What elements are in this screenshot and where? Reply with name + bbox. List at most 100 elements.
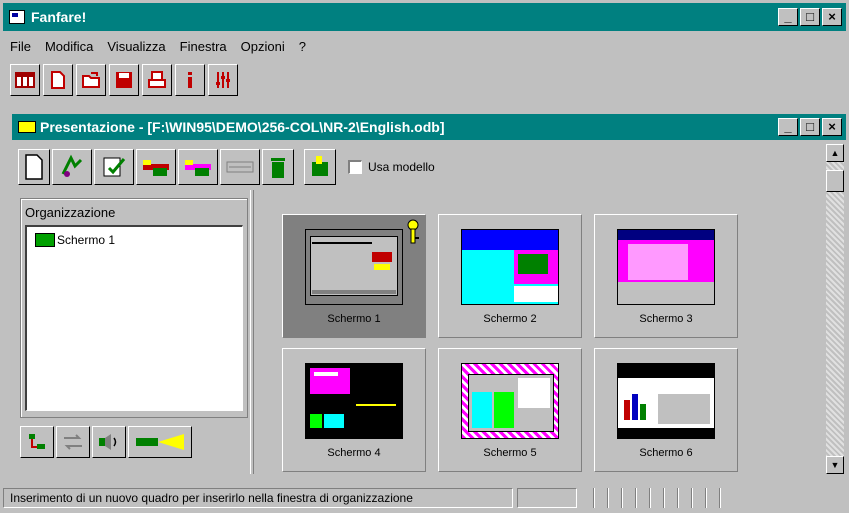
maximize-button[interactable]: □: [800, 8, 820, 26]
screen-thumb-2[interactable]: Schermo 2: [438, 214, 582, 338]
disabled-effect-button[interactable]: [220, 149, 260, 185]
screen-thumb-4[interactable]: Schermo 4: [282, 348, 426, 472]
sound-button[interactable]: [92, 426, 126, 458]
status-text: Inserimento di un nuovo quadro per inser…: [3, 488, 513, 508]
use-template-checkbox[interactable]: [348, 160, 362, 174]
projector-icon: [136, 434, 184, 450]
use-template-label: Usa modello: [368, 160, 435, 174]
main-title-bar[interactable]: Fanfare! _ □ ×: [3, 3, 846, 31]
new-screen-button[interactable]: [18, 149, 50, 185]
info-icon: [188, 72, 192, 88]
info-button[interactable]: [175, 64, 205, 96]
screen-preview-3: [617, 229, 715, 305]
menu-visualizza[interactable]: Visualizza: [100, 39, 172, 54]
screen-label-3: Schermo 3: [639, 313, 693, 325]
child-maximize-button[interactable]: □: [800, 118, 820, 136]
effect-icon: [185, 160, 211, 176]
scroll-down-button[interactable]: ▼: [826, 456, 844, 474]
screen-preview-5: [461, 363, 559, 439]
menu-bar: File Modifica Visualizza Finestra Opzion…: [3, 33, 313, 59]
transition-button[interactable]: [136, 149, 176, 185]
screen-preview-1: [305, 229, 403, 305]
screens-grid: Schermo 1 Schermo 2 Schermo 3 Schermo 4 …: [272, 208, 812, 474]
organization-panel: Organizzazione Schermo 1: [20, 198, 248, 418]
app-title: Fanfare!: [31, 9, 87, 25]
open-button[interactable]: [76, 64, 106, 96]
tree-branch-icon: [29, 434, 45, 449]
check-screen-button[interactable]: [94, 149, 134, 185]
menu-opzioni[interactable]: Opzioni: [234, 39, 292, 54]
tree-branch-button[interactable]: [20, 426, 54, 458]
child-close-button[interactable]: ×: [822, 118, 842, 136]
screen-preview-6: [617, 363, 715, 439]
status-indicators: [581, 488, 721, 508]
screen-thumb-3[interactable]: Schermo 3: [594, 214, 738, 338]
save-button[interactable]: [109, 64, 139, 96]
screen-thumb-5[interactable]: Schermo 5: [438, 348, 582, 472]
screen-label-5: Schermo 5: [483, 447, 537, 459]
screen-label-4: Schermo 4: [327, 447, 381, 459]
paint-icon: [312, 156, 328, 176]
open-folder-icon: [82, 72, 100, 88]
organization-label: Organizzazione: [25, 205, 116, 220]
organization-buttons: [20, 426, 192, 458]
child-window-controls: _ □ ×: [778, 118, 842, 136]
screen-icon: [35, 233, 55, 247]
vertical-scrollbar[interactable]: ▲ ▼: [826, 144, 844, 474]
pane-splitter[interactable]: [250, 190, 254, 474]
paint-button[interactable]: [304, 149, 336, 185]
projector-button[interactable]: [128, 426, 192, 458]
speaker-icon: [99, 434, 117, 450]
save-icon: [116, 72, 132, 88]
tree-item-label: Schermo 1: [57, 233, 116, 247]
minimize-button[interactable]: _: [778, 8, 798, 26]
key-icon: [407, 219, 419, 244]
screen-label-1: Schermo 1: [327, 313, 381, 325]
screen-preview-2: [461, 229, 559, 305]
menu-file[interactable]: File: [3, 39, 38, 54]
screen-thumb-6[interactable]: Schermo 6: [594, 348, 738, 472]
presentation-window: Presentazione - [F:\WIN95\DEMO\256-COL\N…: [12, 114, 846, 474]
loop-button[interactable]: [56, 426, 90, 458]
status-bar: Inserimento di un nuovo quadro per inser…: [3, 486, 846, 510]
new-button[interactable]: [43, 64, 73, 96]
disabled-effect-icon: [226, 161, 254, 173]
loop-icon: [64, 434, 82, 450]
presentation-title-bar[interactable]: Presentazione - [F:\WIN95\DEMO\256-COL\N…: [12, 114, 846, 140]
app-icon[interactable]: [9, 10, 25, 24]
screen-thumb-1[interactable]: Schermo 1: [282, 214, 426, 338]
grid-icon: [15, 72, 35, 88]
new-page-icon: [25, 154, 43, 180]
tree-item-screen-1[interactable]: Schermo 1: [35, 233, 115, 247]
grid-button[interactable]: [10, 64, 40, 96]
presentation-icon[interactable]: [18, 121, 36, 133]
menu-help[interactable]: ?: [292, 39, 313, 54]
check-page-icon: [103, 157, 126, 177]
new-document-icon: [51, 71, 65, 89]
status-panel: [517, 488, 577, 508]
screen-props-button[interactable]: [52, 149, 92, 185]
screen-props-icon: [61, 154, 83, 177]
effect-button[interactable]: [178, 149, 218, 185]
presentation-title: Presentazione - [F:\WIN95\DEMO\256-COL\N…: [40, 119, 445, 135]
print-button[interactable]: [142, 64, 172, 96]
scroll-up-button[interactable]: ▲: [826, 144, 844, 162]
delete-screen-button[interactable]: [262, 149, 294, 185]
use-template-option[interactable]: Usa modello: [348, 160, 435, 174]
organization-tree[interactable]: Schermo 1: [25, 225, 243, 411]
screen-label-2: Schermo 2: [483, 313, 537, 325]
main-window-controls: _ □ ×: [778, 8, 842, 26]
screen-preview-4: [305, 363, 403, 439]
scroll-thumb[interactable]: [826, 170, 844, 192]
main-toolbar: [10, 64, 238, 98]
mixer-button[interactable]: [208, 64, 238, 96]
screen-label-6: Schermo 6: [639, 447, 693, 459]
presentation-toolbar: Usa modello: [18, 147, 435, 187]
child-minimize-button[interactable]: _: [778, 118, 798, 136]
menu-modifica[interactable]: Modifica: [38, 39, 100, 54]
mixer-icon: [216, 72, 230, 88]
print-icon: [148, 71, 166, 88]
transition-icon: [143, 160, 169, 176]
menu-finestra[interactable]: Finestra: [173, 39, 234, 54]
close-button[interactable]: ×: [822, 8, 842, 26]
